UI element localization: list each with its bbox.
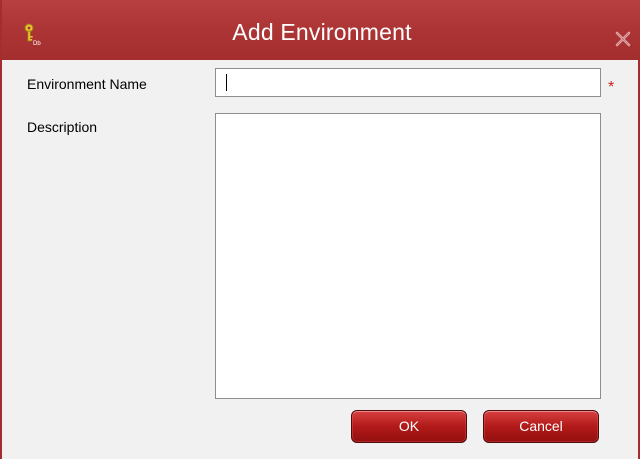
- description-input[interactable]: [215, 113, 601, 399]
- dialog-title: Add Environment: [232, 19, 412, 45]
- close-icon[interactable]: [614, 30, 632, 48]
- add-environment-dialog: Db Add Environment Environment Name * De…: [0, 0, 640, 459]
- required-marker: *: [608, 79, 615, 96]
- text-caret: [226, 74, 227, 91]
- environment-name-label: Environment Name: [27, 76, 147, 92]
- environment-name-input[interactable]: [215, 68, 601, 97]
- description-label: Description: [27, 119, 98, 135]
- cancel-button[interactable]: Cancel: [483, 410, 599, 443]
- title-bar: Db Add Environment: [2, 0, 640, 60]
- ok-button[interactable]: OK: [351, 410, 467, 443]
